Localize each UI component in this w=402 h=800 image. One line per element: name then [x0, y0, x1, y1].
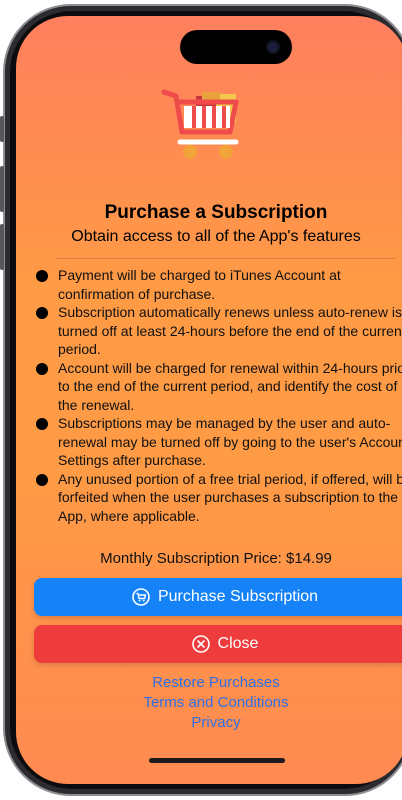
- term-text: Any unused portion of a free trial perio…: [58, 470, 402, 524]
- term-text: Account will be charged for renewal with…: [58, 359, 402, 413]
- terms-list-item: Any unused portion of a free trial perio…: [36, 470, 402, 526]
- action-button: [0, 116, 4, 142]
- home-indicator[interactable]: [149, 758, 285, 763]
- term-text: Subscriptions may be managed by the user…: [58, 415, 402, 468]
- subscription-screen: Purchase a Subscription Obtain access to…: [16, 16, 402, 784]
- bullet-icon: [36, 473, 48, 486]
- terms-list: Payment will be charged to iTunes Accoun…: [36, 266, 402, 525]
- terms-list-item: Account will be charged for renewal with…: [36, 359, 402, 415]
- terms-list-item: Subscription automatically renews unless…: [36, 303, 402, 359]
- shopping-cart-icon: [161, 89, 239, 159]
- page-title: Purchase a Subscription: [104, 202, 328, 223]
- terms-list-item: Payment will be charged to iTunes Accoun…: [36, 266, 402, 303]
- divider: [56, 258, 396, 259]
- close-circle-icon: [191, 635, 210, 653]
- volume-down-button: [0, 224, 4, 270]
- term-text: Subscription automatically renews unless…: [58, 304, 402, 357]
- bullet-icon: [36, 270, 48, 282]
- front-camera: [266, 40, 280, 54]
- close-button-label: Close: [217, 635, 259, 652]
- close-button[interactable]: Close: [34, 625, 402, 663]
- footer-links: Restore Purchases Terms and Conditions P…: [16, 673, 402, 733]
- purchase-subscription-button[interactable]: Purchase Subscription: [34, 578, 402, 616]
- volume-up-button: [0, 166, 4, 212]
- term-text: Payment will be charged to iTunes Accoun…: [58, 267, 341, 302]
- subscription-price: Monthly Subscription Price: $14.99: [100, 550, 332, 567]
- bullet-icon: [36, 362, 48, 375]
- terms-and-conditions-link[interactable]: Terms and Conditions: [16, 693, 402, 713]
- terms-list-item: Subscriptions may be managed by the user…: [36, 414, 402, 470]
- cart-circle-icon: [132, 588, 150, 606]
- purchase-button-label: Purchase Subscription: [157, 588, 319, 605]
- page-subtitle: Obtain access to all of the App's featur…: [71, 228, 361, 245]
- bullet-icon: [36, 307, 48, 319]
- restore-purchases-link[interactable]: Restore Purchases: [16, 673, 402, 693]
- privacy-link[interactable]: Privacy: [16, 713, 402, 733]
- bullet-icon: [36, 418, 48, 430]
- dynamic-island: [180, 30, 292, 64]
